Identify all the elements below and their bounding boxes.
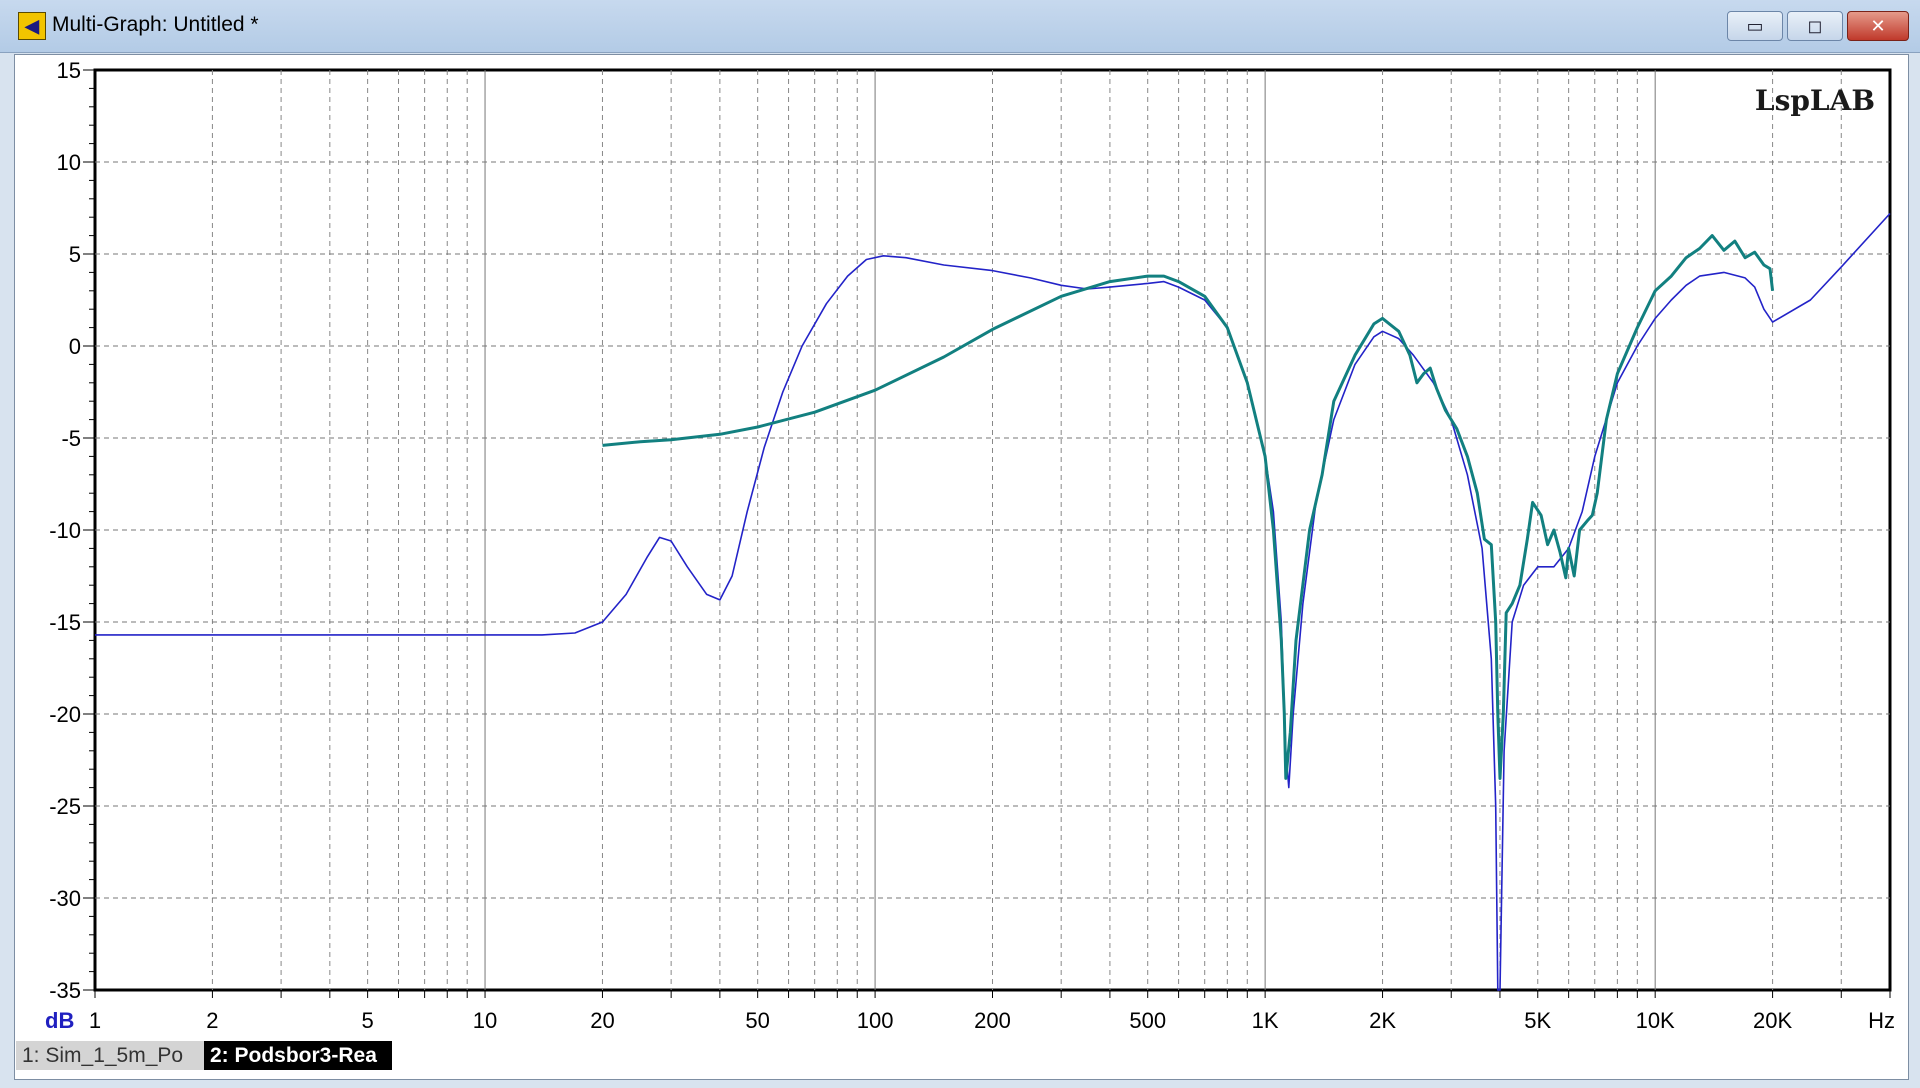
watermark-logo: LspLAB	[1755, 84, 1875, 117]
x-tick-label: 5	[362, 1008, 374, 1033]
y-tick-label: 15	[57, 58, 81, 83]
frequency-response-chart[interactable]: 151050-5-10-15-20-25-30-351 2 5 10 20 50 100 20…	[15, 55, 1908, 1040]
x-tick-label: 10	[473, 1008, 497, 1033]
y-axis-label: dB	[45, 1008, 74, 1033]
maximize-button[interactable]: ◻	[1787, 11, 1843, 41]
trace-tab-1[interactable]: 1: Sim_1_5m_Po	[16, 1041, 204, 1070]
x-axis-label: Hz	[1868, 1008, 1895, 1033]
x-tick-label: 2K	[1369, 1008, 1396, 1033]
x-tick-label: 20	[590, 1008, 614, 1033]
minimize-button[interactable]: ▭	[1727, 11, 1783, 41]
x-tick-label: 2	[206, 1008, 218, 1033]
graph-area[interactable]: 15 10 5 0 -5 -10 -15 -20 -25 -30 -35 1 2 5 10 20 50 100 20…	[14, 54, 1909, 1080]
y-tick-label: 5	[69, 242, 81, 267]
x-tick-label: 1	[89, 1008, 101, 1033]
speaker-icon: ◀	[18, 12, 46, 40]
x-tick-label: 10K	[1636, 1008, 1675, 1033]
y-tick-label: -25	[49, 794, 81, 819]
y-tick-label: -35	[49, 978, 81, 1003]
x-tick-label: 200	[974, 1008, 1011, 1033]
x-tick-label: 500	[1129, 1008, 1166, 1033]
close-button[interactable]: ✕	[1847, 11, 1909, 41]
x-tick-label: 5K	[1524, 1008, 1551, 1033]
x-tick-label: 1K	[1252, 1008, 1279, 1033]
window-title: Multi-Graph: Untitled *	[52, 13, 259, 36]
x-tick-label: 50	[745, 1008, 769, 1033]
trace-tab-2[interactable]: 2: Podsbor3-Rea	[204, 1041, 392, 1070]
y-tick-label: 0	[69, 334, 81, 359]
title-bar[interactable]: ◀ Multi-Graph: Untitled * ▭ ◻ ✕	[0, 0, 1920, 53]
application-window: ◀ Multi-Graph: Untitled * ▭ ◻ ✕ 15 10 5 0 -5…	[0, 0, 1920, 1088]
y-tick-label: -30	[49, 886, 81, 911]
y-tick-label: -15	[49, 610, 81, 635]
x-tick-label: 100	[857, 1008, 894, 1033]
x-tick-label: 20K	[1753, 1008, 1792, 1033]
y-tick-label: 10	[57, 150, 81, 175]
y-tick-label: -20	[49, 702, 81, 727]
y-tick-label: -5	[61, 426, 81, 451]
y-tick-label: -10	[49, 518, 81, 543]
